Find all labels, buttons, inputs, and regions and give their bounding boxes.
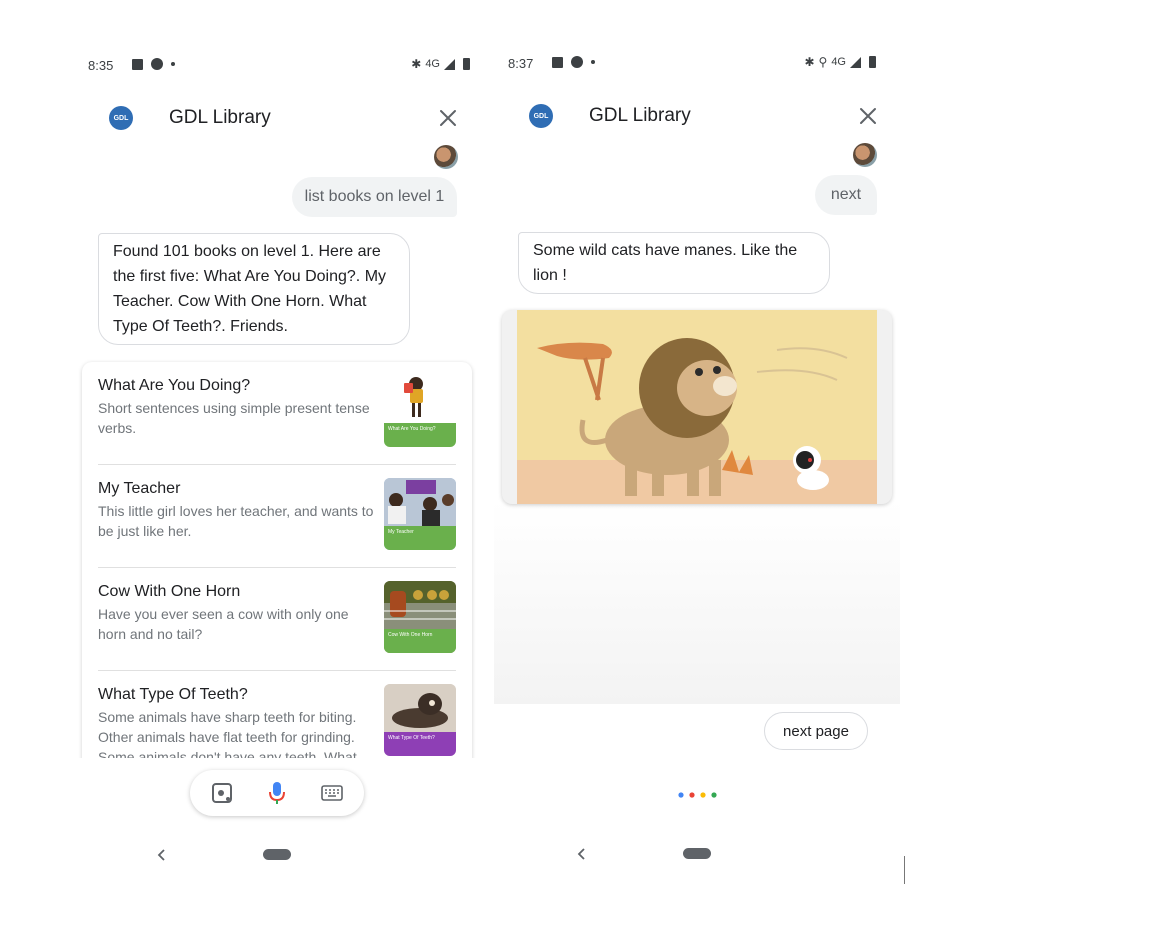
animal-teeth-illustration [384,684,456,734]
user-message-bubble: list books on level 1 [292,177,457,217]
cow-illustration [384,581,456,631]
status-bar: 8:35 ✱ 4G [88,56,470,76]
user-avatar [853,143,877,167]
system-nav-bar [494,839,900,869]
input-bar [74,758,480,830]
thumbnail-caption: What Are You Doing? [384,423,456,447]
edge-divider [904,856,905,884]
app-header: GDL GDL Library [494,96,900,136]
microphone-icon[interactable] [265,781,289,805]
app-title: GDL Library [589,105,691,126]
right-phone-screen: 8:37 ✱ ⚲ 4G GDL GDL Library next Some wi… [494,0,900,926]
back-icon[interactable] [574,844,588,864]
app-title: GDL Library [169,107,271,128]
bluetooth-icon: ✱ [804,55,815,69]
user-avatar [434,145,458,169]
bluetooth-icon: ✱ [411,57,422,71]
book-description: Have you ever seen a cow with only one h… [98,606,349,642]
book-title: What Type Of Teeth? [98,686,248,703]
next-page-suggestion-chip[interactable]: next page [764,712,868,750]
book-cover-thumbnail: Cow With One Horn [384,581,456,653]
close-icon[interactable] [854,102,882,130]
book-title: Cow With One Horn [98,583,241,600]
assistant-message-bubble: Some wild cats have manes. Like the lion… [518,232,830,294]
book-title: What Are You Doing? [98,377,251,394]
network-type: 4G [425,58,440,70]
status-bar: 8:37 ✱ ⚲ 4G [508,54,890,74]
assistant-dots-icon [678,792,717,798]
assistant-input-pill [190,770,364,816]
back-icon[interactable] [154,845,168,865]
classroom-illustration [384,478,456,528]
book-list-item[interactable]: What Type Of Teeth? Some animals have sh… [98,671,456,762]
home-button[interactable] [263,849,291,860]
image-notification-icon [132,58,143,70]
thumbnail-caption: What Type Of Teeth? [384,732,456,756]
book-description: This little girl loves her teacher, and … [98,503,374,539]
close-icon[interactable] [434,104,462,132]
book-list-item[interactable]: What Are You Doing? Short sentences usin… [98,362,456,465]
signal-icon [444,58,455,70]
story-image-card [502,310,892,504]
gdl-logo: GDL [109,106,133,130]
left-phone-screen: 8:35 ✱ 4G GDL GDL Library list books on … [74,0,480,926]
book-list-card: What Are You Doing? Short sentences usin… [82,362,472,762]
face-notification-icon [571,56,583,68]
face-notification-icon [151,58,163,70]
book-list-item[interactable]: My Teacher This little girl loves her te… [98,465,456,568]
battery-icon [463,58,470,70]
location-icon: ⚲ [818,55,828,69]
book-cover-thumbnail: What Are You Doing? [384,375,456,447]
lion-and-cat-illustration [517,310,877,504]
status-time: 8:37 [508,56,534,71]
response-area-background [494,500,900,704]
app-header: GDL GDL Library [74,98,480,138]
thumbnail-caption: Cow With One Horn [384,629,456,653]
book-title: My Teacher [98,480,181,497]
status-time: 8:35 [88,58,114,73]
keyboard-icon[interactable] [320,781,344,805]
book-cover-thumbnail: My Teacher [384,478,456,550]
thumbnail-caption: My Teacher [384,526,456,550]
assistant-message-bubble: Found 101 books on level 1. Here are the… [98,233,410,345]
more-notifications-icon [591,60,595,64]
lens-icon[interactable] [210,781,234,805]
book-description: Some animals have sharp teeth for biting… [98,709,357,762]
child-illustration [404,377,423,417]
network-type: 4G [831,56,846,68]
book-list-item[interactable]: Cow With One Horn Have you ever seen a c… [98,568,456,671]
book-description: Short sentences using simple present ten… [98,400,370,436]
user-message-bubble: next [815,175,877,215]
image-notification-icon [552,56,563,68]
more-notifications-icon [171,62,175,66]
gdl-logo: GDL [529,104,553,128]
system-nav-bar [74,840,480,870]
book-cover-thumbnail: What Type Of Teeth? [384,684,456,756]
home-button[interactable] [683,848,711,859]
signal-icon [850,56,861,68]
battery-icon [869,56,876,68]
